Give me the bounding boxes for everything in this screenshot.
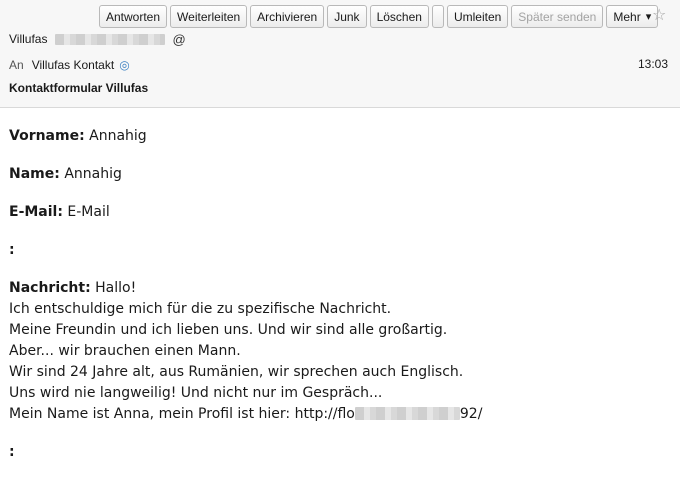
from-row: Villufas @ [9, 31, 186, 47]
field-vorname: Vorname: Annahig [9, 126, 669, 147]
message-line: Uns wird nie langweilig! Und nicht nur i… [9, 385, 383, 401]
junk-button[interactable]: Junk [327, 5, 367, 28]
message-line: Aber... wir brauchen einen Mann. [9, 343, 241, 359]
field-name: Name: Annahig [9, 164, 669, 185]
archive-button[interactable]: Archivieren [250, 5, 325, 28]
chevron-down-icon: ▾ [645, 11, 652, 23]
field-empty-1: : [9, 240, 669, 261]
delete-button[interactable]: Löschen [369, 5, 429, 28]
field-email: E-Mail: E-Mail [9, 202, 669, 223]
email-value: E-Mail [67, 204, 110, 220]
nachricht-label: Nachricht: [9, 280, 91, 296]
name-label: Name: [9, 166, 60, 182]
recipient-row: An Villufas Kontakt ◎ [9, 57, 130, 73]
message-time: 13:03 [637, 57, 668, 71]
toolbar-spacer-button[interactable] [431, 5, 444, 28]
send-later-button[interactable]: Später senden [511, 5, 604, 28]
redirect-button[interactable]: Umleiten [446, 5, 509, 28]
profile-link-line: Mein Name ist Anna, mein Profil ist hier… [9, 404, 669, 425]
sender-name[interactable]: Villufas [9, 32, 47, 46]
redacted-sender-address [55, 33, 166, 45]
name-value: Annahig [64, 166, 122, 182]
vorname-label: Vorname: [9, 128, 85, 144]
more-menu-button[interactable]: Mehr ▾ [606, 5, 659, 28]
message-subject: Kontaktformular Villufas [9, 81, 149, 95]
message-line: Ich entschuldige mich für die zu spezifi… [9, 301, 392, 317]
profile-link-prefix[interactable]: Mein Name ist Anna, mein Profil ist hier… [9, 406, 355, 422]
forward-button[interactable]: Weiterleiten [170, 5, 248, 28]
message-line: Wir sind 24 Jahre alt, aus Rumänien, wir… [9, 364, 464, 380]
to-label: An [9, 58, 24, 72]
empty-field-label: : [9, 444, 15, 460]
reply-button[interactable]: Antworten [99, 5, 168, 28]
empty-field-label: : [9, 242, 15, 258]
field-empty-2: : [9, 442, 669, 463]
more-label: Mehr [613, 9, 641, 24]
message-header: Antworten Weiterleiten Archivieren Junk … [0, 0, 680, 108]
profile-link-suffix[interactable]: 92/ [460, 406, 483, 422]
message-greeting: Hallo! [95, 280, 137, 296]
contact-icon[interactable]: ◎ [119, 58, 129, 72]
message-line: Meine Freundin und ich lieben uns. Und w… [9, 322, 448, 338]
message-toolbar: Antworten Weiterleiten Archivieren Junk … [99, 5, 659, 28]
email-label: E-Mail: [9, 204, 63, 220]
message-body: Vorname: Annahig Name: Annahig E-Mail: E… [9, 126, 669, 480]
redacted-link-part [354, 407, 460, 420]
recipient-name[interactable]: Villufas Kontakt [32, 58, 115, 72]
address-book-icon[interactable]: @ [172, 32, 185, 47]
field-nachricht: Nachricht: Hallo! Ich entschuldige mich … [9, 278, 669, 425]
star-icon[interactable]: ☆ [652, 6, 666, 24]
vorname-value: Annahig [89, 128, 147, 144]
message-line: Nachricht: Hallo! [9, 278, 669, 299]
